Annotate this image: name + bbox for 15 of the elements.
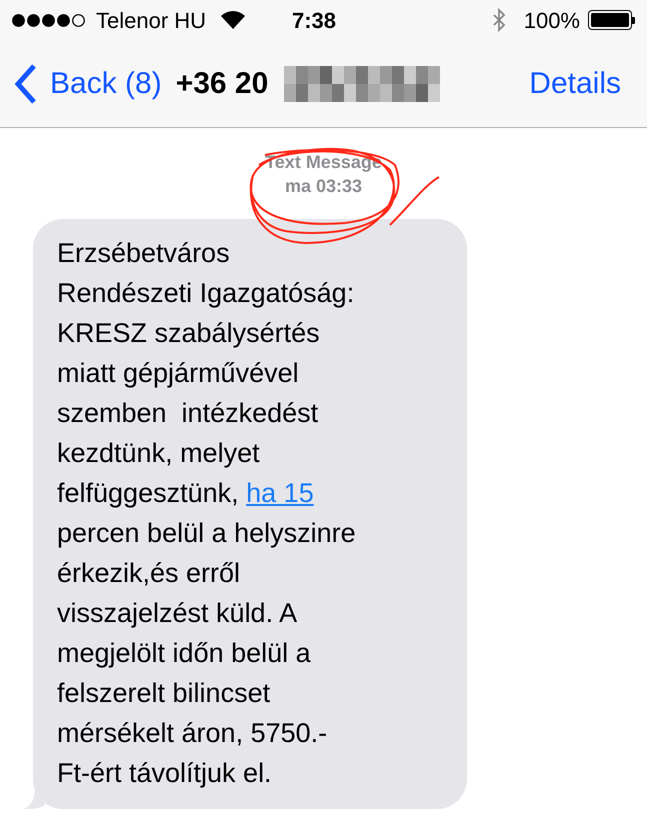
contact-phone-number: +36 20: [176, 66, 268, 102]
battery-icon: [588, 10, 635, 30]
carrier-name: Telenor HU: [96, 6, 206, 34]
details-button[interactable]: Details: [529, 61, 621, 106]
message-text: Erzsébetváros Rendészeti Igazgatóság: KRESZ szabálysértés miatt gépjárművével szemben intézkedést kezdtünk, melyet felfüggesztünk, ha 15 percen belül a helyszinre érkezik,és erről visszajelzést küld. A megjelölt időn belül a felszerelt bilincset mérsékelt áron, 5750.- Ft-ért távolítjuk el.: [57, 237, 357, 790]
chevron-left-icon: [14, 62, 38, 104]
message-type-label: Text Message: [265, 151, 382, 174]
message-link[interactable]: ha 15: [246, 478, 314, 508]
clock-time: 7:38: [292, 6, 336, 34]
bluetooth-icon: [492, 8, 506, 32]
back-button[interactable]: Back (8): [14, 61, 162, 106]
battery-percentage: 100%: [524, 6, 580, 34]
wifi-icon: [220, 10, 246, 30]
signal-strength-icon: [12, 14, 88, 26]
message-timestamp: ma 03:33: [284, 175, 362, 198]
